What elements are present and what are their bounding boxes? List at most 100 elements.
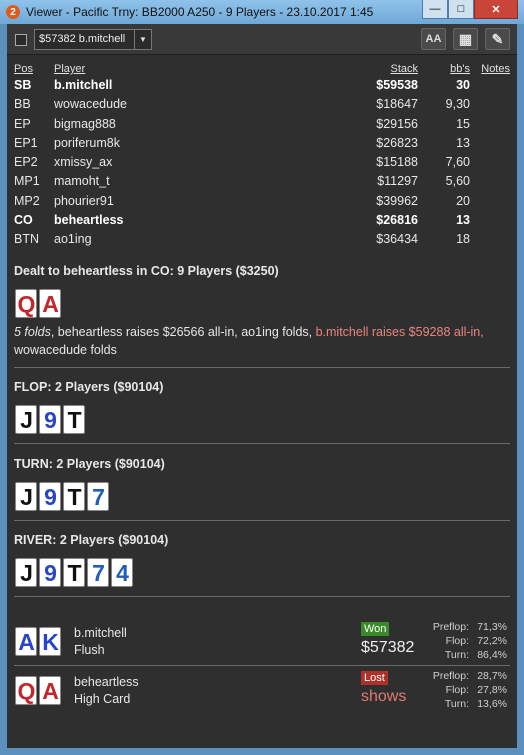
table-row[interactable]: CO beheartless $26816 13	[14, 211, 510, 230]
player-name: beheartless	[54, 213, 124, 228]
player-name: wowacedude	[54, 97, 127, 112]
player-stack: $36434	[376, 232, 418, 247]
player-name: b.mitchell	[54, 78, 113, 92]
equity-stat-label: Preflop:	[432, 670, 469, 682]
divider	[14, 596, 510, 597]
player-stack: $11297	[377, 174, 418, 189]
player-bbs: 30	[456, 78, 470, 92]
equity-stat: Turn: 86,4%	[419, 648, 507, 662]
flop-title: FLOP: 2 Players ($90104)	[14, 380, 164, 394]
player-stack: $15188	[376, 155, 418, 170]
playing-card: J	[15, 405, 37, 434]
playing-card: T	[63, 482, 85, 511]
loser-hand: High Card	[74, 692, 131, 706]
equity-stat: Preflop: 28,7%	[419, 669, 507, 683]
select-checkbox[interactable]	[15, 34, 27, 46]
equity-stat-value: 86,4%	[477, 649, 507, 661]
header-bbs[interactable]: bb's	[450, 63, 470, 75]
flop-cards: J9T	[15, 405, 85, 434]
playing-card: 9	[39, 482, 61, 511]
equity-stat-value: 27,8%	[477, 684, 507, 696]
equity-stat-label: Flop:	[445, 684, 469, 696]
app-icon: 2	[6, 5, 20, 19]
player-bbs: 9,30	[445, 97, 470, 112]
divider	[14, 665, 510, 666]
table-row[interactable]: BTN ao1ing $36434 18	[14, 230, 510, 249]
table-row[interactable]: BB wowacedude $18647 9,30	[14, 95, 510, 114]
player-stack: $59538	[376, 78, 418, 92]
turn-title: TURN: 2 Players ($90104)	[14, 457, 165, 471]
player-position: MP2	[14, 193, 40, 208]
grid-icon[interactable]: ▦	[453, 28, 478, 50]
equity-stat-value: 13,6%	[477, 698, 507, 710]
preflop-title: Dealt to beheartless in CO: 9 Players ($…	[14, 264, 279, 278]
minimize-button[interactable]: —	[422, 0, 448, 19]
header-notes[interactable]: Notes	[481, 63, 510, 75]
table-row[interactable]: MP1 mamoht_t $11297 5,60	[14, 172, 510, 191]
playing-card: Q	[15, 676, 37, 705]
player-dropdown[interactable]: $57382 b.mitchell ▼	[34, 29, 152, 50]
winner-name: b.mitchell	[74, 626, 127, 640]
font-size-button[interactable]: AA	[421, 28, 446, 50]
won-badge: Won	[361, 622, 390, 636]
divider	[14, 367, 510, 368]
winner-cards: AK	[15, 627, 61, 656]
loser-cards: QA	[15, 676, 61, 705]
table-row[interactable]: EP bigmag888 $29156 15	[14, 115, 510, 134]
playing-card: A	[39, 289, 61, 318]
header-stack[interactable]: Stack	[390, 63, 418, 75]
player-stack: $39962	[376, 193, 418, 208]
player-bbs: 5,60	[445, 174, 470, 189]
player-position: CO	[14, 213, 33, 228]
maximize-button[interactable]: □	[448, 0, 474, 19]
equity-stat: Turn: 13,6%	[419, 697, 507, 711]
window-title: Viewer - Pacific Trny: BB2000 A250 - 9 P…	[26, 5, 374, 19]
edit-pencil-icon[interactable]: ✎	[485, 28, 510, 50]
player-name: ao1ing	[54, 232, 92, 247]
playing-card: 9	[39, 405, 61, 434]
table-header: Pos Player Stack bb's Notes	[14, 63, 510, 76]
playing-card: J	[15, 558, 37, 587]
player-position: EP1	[14, 135, 38, 150]
table-row[interactable]: MP2 phourier91 $39962 20	[14, 192, 510, 211]
player-position: MP1	[14, 174, 40, 189]
header-player[interactable]: Player	[54, 63, 85, 75]
player-stack: $18647	[376, 97, 418, 112]
equity-stat: Flop: 72,2%	[419, 634, 507, 648]
header-pos[interactable]: Pos	[14, 63, 33, 75]
player-bbs: 18	[456, 232, 470, 247]
player-bbs: 7,60	[445, 155, 470, 170]
player-name: phourier91	[54, 193, 114, 208]
playing-card: T	[63, 558, 85, 587]
table-row[interactable]: EP1 poriferum8k $26823 13	[14, 134, 510, 153]
table-row[interactable]: EP2 xmissy_ax $15188 7,60	[14, 153, 510, 172]
playing-card: A	[15, 627, 37, 656]
shows-label: shows	[361, 688, 407, 705]
close-button[interactable]: ✕	[474, 0, 518, 19]
player-position: SB	[14, 78, 32, 92]
player-position: BTN	[14, 232, 39, 247]
title-bar: 2 Viewer - Pacific Trny: BB2000 A250 - 9…	[0, 0, 524, 24]
scrollbar-track[interactable]	[511, 56, 517, 748]
playing-card: K	[39, 627, 61, 656]
hand-viewer-panel: $57382 b.mitchell ▼ AA ▦ ✎ Pos Player St…	[7, 24, 517, 748]
action-folds: 5 folds	[14, 325, 51, 339]
equity-stat: Flop: 27,8%	[419, 683, 507, 697]
playing-card: T	[63, 405, 85, 434]
divider	[14, 443, 510, 444]
playing-card: J	[15, 482, 37, 511]
playing-card: A	[39, 676, 61, 705]
window-controls: — □ ✕	[422, 0, 518, 19]
player-bbs: 20	[456, 193, 470, 208]
winner-hand: Flush	[74, 643, 105, 657]
toolbar: $57382 b.mitchell ▼ AA ▦ ✎	[7, 24, 517, 55]
divider	[14, 520, 510, 521]
player-dropdown-value: $57382 b.mitchell	[39, 33, 126, 45]
chevron-down-icon[interactable]: ▼	[134, 30, 151, 49]
river-cards: J9T74	[15, 558, 133, 587]
preflop-action: 5 folds, beheartless raises $26566 all-i…	[14, 323, 510, 359]
playing-card: 4	[111, 558, 133, 587]
action-highlight: b.mitchell raises $59288 all-in,	[315, 325, 484, 339]
table-row[interactable]: SB b.mitchell $59538 30	[14, 76, 510, 95]
playing-card: 7	[87, 558, 109, 587]
